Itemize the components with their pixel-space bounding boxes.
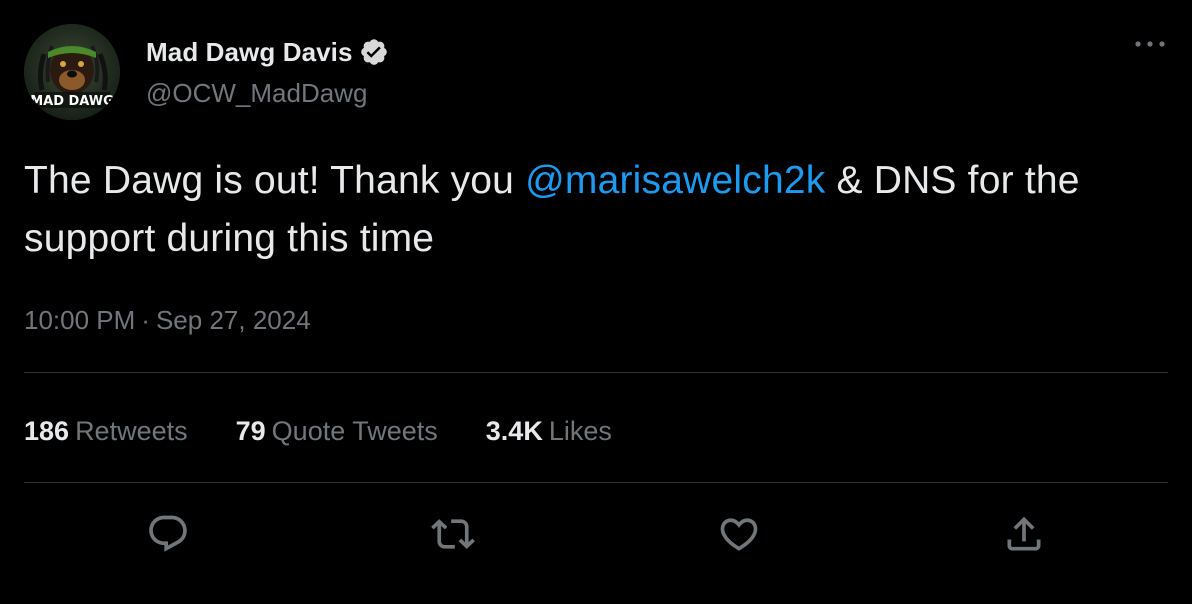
retweet-icon	[431, 519, 475, 549]
reply-icon	[149, 515, 187, 552]
divider-bottom	[24, 482, 1168, 483]
share-icon	[1007, 516, 1041, 551]
retweets-count: 186	[24, 416, 70, 446]
likes-stat[interactable]: 3.4K Likes	[486, 412, 612, 450]
like-button[interactable]	[715, 510, 763, 558]
timestamp-time: 10:00 PM	[24, 305, 136, 335]
quote-tweets-stat[interactable]: 79 Quote Tweets	[236, 412, 438, 450]
quote-tweets-label: Quote Tweets	[271, 416, 438, 446]
mention-link[interactable]: @marisawelch2k	[525, 159, 825, 202]
likes-label: Likes	[548, 416, 612, 446]
divider-top	[24, 372, 1168, 373]
display-name[interactable]: Mad Dawg Davis	[146, 37, 353, 68]
timestamp-date: Sep 27, 2024	[155, 305, 311, 335]
tweet-text: The Dawg is out! Thank you @marisawelch2…	[24, 152, 1174, 268]
share-button[interactable]	[1000, 510, 1048, 558]
more-dots-icon	[1135, 41, 1165, 47]
retweets-stat[interactable]: 186 Retweets	[24, 412, 188, 450]
retweets-label: Retweets	[75, 416, 188, 446]
tweet-stats: 186 Retweets 79 Quote Tweets 3.4K Likes	[24, 412, 660, 450]
more-options-button[interactable]	[1128, 30, 1172, 58]
avatar-image: MAD DAWG	[24, 24, 120, 120]
avatar[interactable]: MAD DAWG	[24, 24, 120, 120]
user-handle[interactable]: @OCW_MadDawg	[146, 78, 389, 109]
timestamp[interactable]: 10:00 PM · Sep 27, 2024	[24, 305, 311, 336]
verified-badge-icon	[359, 37, 389, 67]
avatar-label: MAD DAWG	[30, 94, 114, 109]
tweet-detail: MAD DAWG Mad Dawg Davis @OCW_MadDawg The…	[0, 0, 1192, 604]
likes-count: 3.4K	[485, 416, 543, 446]
timestamp-separator: ·	[141, 305, 150, 335]
heart-icon	[720, 518, 758, 551]
author-block: Mad Dawg Davis @OCW_MadDawg	[146, 34, 389, 109]
retweet-button[interactable]	[429, 510, 477, 558]
tweet-text-start: The Dawg is out! Thank you	[24, 159, 526, 202]
reply-button[interactable]	[144, 510, 192, 558]
quote-tweets-count: 79	[235, 416, 266, 446]
